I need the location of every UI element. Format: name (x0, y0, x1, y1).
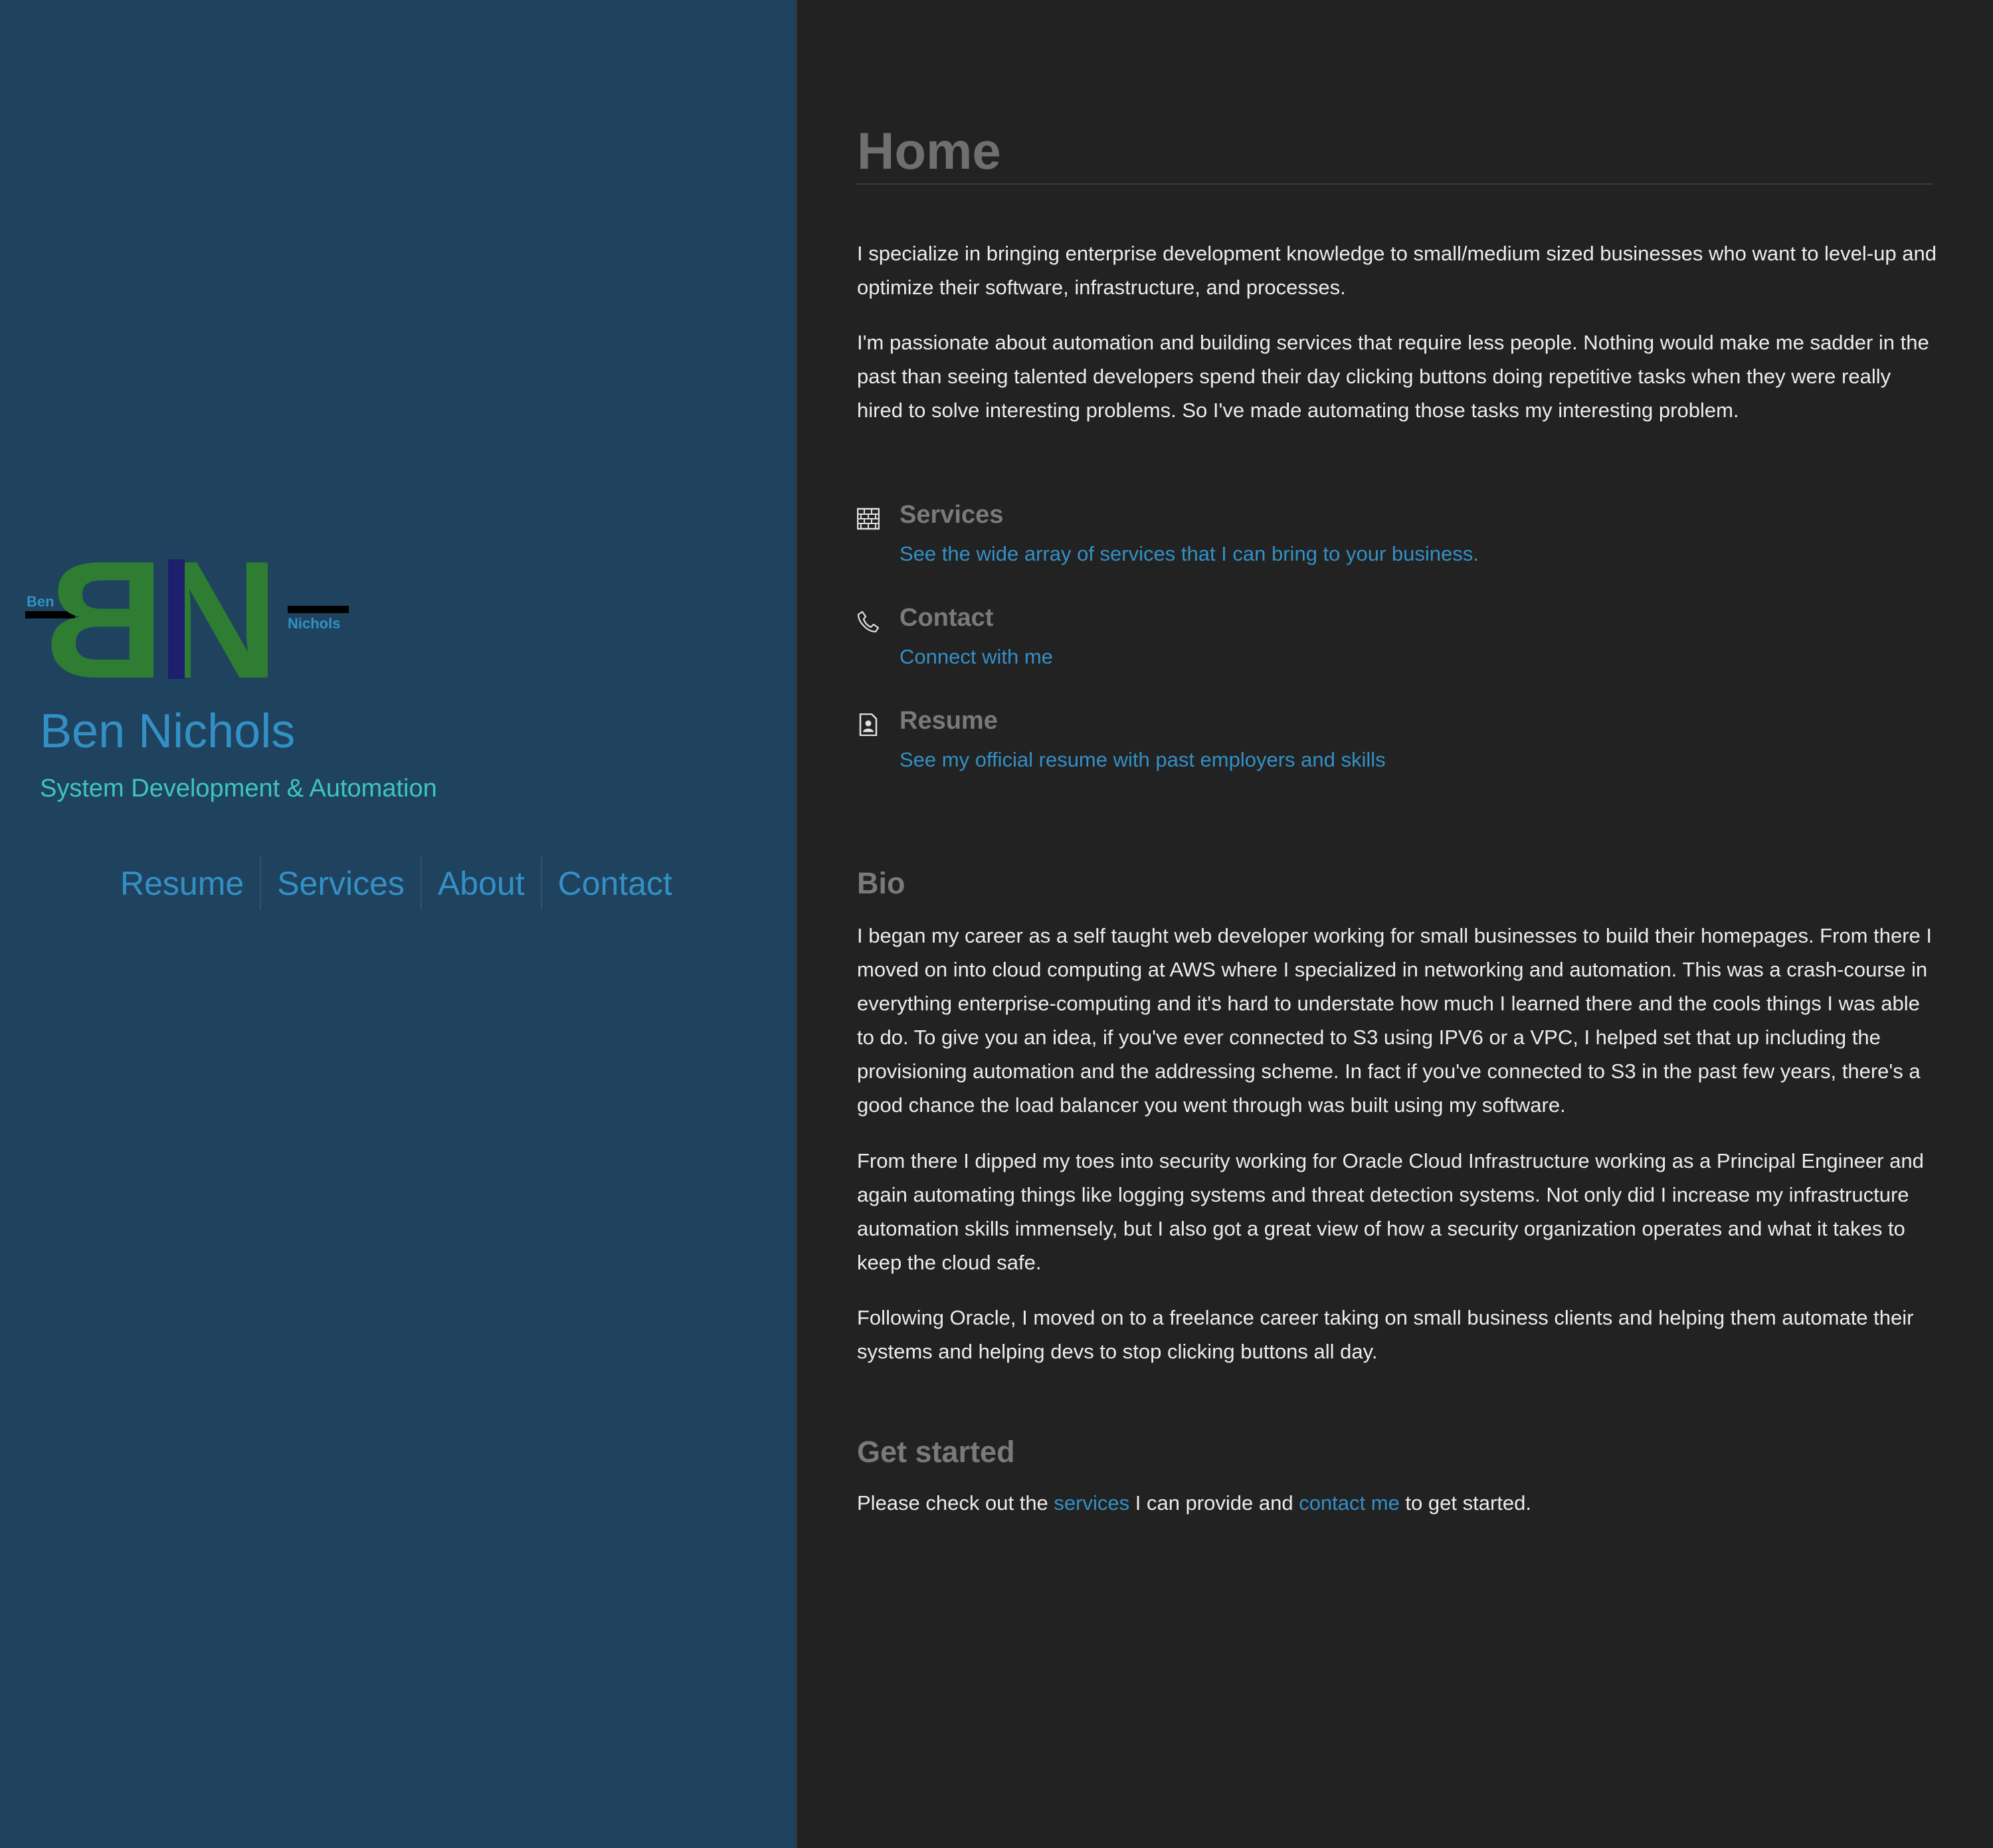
logo-center-bar (168, 559, 185, 679)
site-title[interactable]: Ben Nichols (40, 704, 295, 759)
resume-icon (859, 713, 878, 736)
contact-link[interactable]: Connect with me (900, 645, 1053, 669)
get-started-text-2: I can provide and (1129, 1491, 1299, 1515)
get-started-text-3: to get started. (1399, 1491, 1531, 1515)
services-link[interactable]: See the wide array of services that I ca… (900, 542, 1479, 566)
phone-icon (857, 610, 880, 633)
services-title: Services (900, 501, 1004, 529)
title-divider (857, 183, 1933, 185)
logo-right-rule (288, 606, 349, 613)
sidebar-nav: Resume Services About Contact (104, 857, 688, 910)
logo-big-b: B (44, 557, 165, 683)
intro-paragraph-1: I specialize in bringing enterprise deve… (857, 242, 1937, 299)
bio-paragraph-2: From there I dipped my toes into securit… (857, 1149, 1924, 1274)
get-started-text-1: Please check out the (857, 1491, 1054, 1515)
get-started-heading: Get started (857, 1435, 1015, 1469)
logo-right-name: Nichols (288, 615, 340, 632)
building-icon (857, 508, 880, 530)
bio-heading: Bio (857, 866, 905, 900)
resume-title: Resume (900, 707, 998, 735)
get-started-text: Please check out the services I can prov… (857, 1486, 1937, 1520)
nav-contact[interactable]: Contact (540, 857, 688, 910)
nav-services[interactable]: Services (260, 857, 421, 910)
site-tagline: System Development & Automation (40, 775, 437, 802)
resume-link[interactable]: See my official resume with past employe… (900, 748, 1386, 772)
bio-paragraph-1: I began my career as a self taught web d… (857, 924, 1932, 1117)
services-inline-link[interactable]: services (1054, 1491, 1129, 1515)
page: Ben B N Nichols Ben Nichols System Devel… (0, 0, 1993, 1848)
page-title: Home (857, 122, 1001, 180)
contact-title: Contact (900, 604, 994, 632)
contact-inline-link[interactable]: contact me (1299, 1491, 1400, 1515)
logo[interactable]: Ben B N Nichols (25, 557, 351, 683)
sidebar-divider (795, 0, 797, 1848)
intro-paragraph-2: I'm passionate about automation and buil… (857, 331, 1929, 422)
nav-resume[interactable]: Resume (104, 857, 260, 910)
nav-about[interactable]: About (420, 857, 541, 910)
sidebar: Ben B N Nichols Ben Nichols System Devel… (0, 0, 795, 1848)
bio-paragraph-3: Following Oracle, I moved on to a freela… (857, 1306, 1914, 1363)
